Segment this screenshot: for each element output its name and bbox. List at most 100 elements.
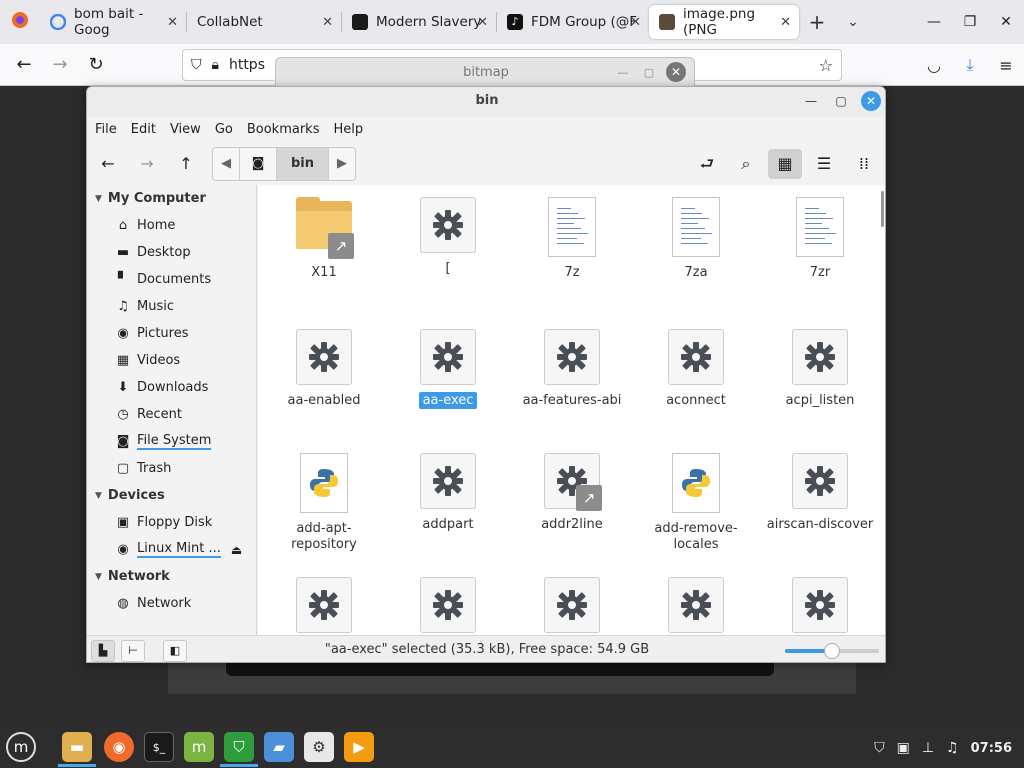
back-icon[interactable]: ← xyxy=(93,149,123,179)
file-item[interactable]: add-remove-locales xyxy=(634,453,758,553)
file-item[interactable]: aconnect xyxy=(634,329,758,409)
zoom-slider-handle[interactable] xyxy=(824,643,840,659)
path-left-icon[interactable]: ◀ xyxy=(213,148,239,180)
minimize-icon[interactable]: — xyxy=(916,14,952,30)
sidebar-heading-my-computer[interactable]: ▼ My Computer xyxy=(87,185,256,212)
sidebar-item-desktop[interactable]: ▬ Desktop xyxy=(87,239,256,266)
menu-icon[interactable]: ≡ xyxy=(988,56,1024,75)
firefox-icon[interactable] xyxy=(0,11,40,34)
close-icon[interactable]: ✕ xyxy=(477,15,488,30)
tab-image-png[interactable]: image.png (PNG ✕ xyxy=(649,5,799,39)
tab-modern-slavery[interactable]: Modern Slavery ✕ xyxy=(342,5,496,39)
menu-view[interactable]: View xyxy=(170,122,201,137)
compact-view-icon[interactable]: ⁞⁞ xyxy=(849,149,879,179)
sidebar-item-recent[interactable]: ◷ Recent xyxy=(87,401,256,428)
sidebar-item-linux-mint[interactable]: ◉ Linux Mint ... ⏏ xyxy=(87,536,256,563)
chevron-down-icon[interactable]: ⌄ xyxy=(835,14,871,30)
close-icon[interactable]: ✕ xyxy=(666,62,686,82)
file-item[interactable] xyxy=(758,577,882,635)
sidebar-item-trash[interactable]: ▢ Trash xyxy=(87,455,256,482)
sidebar-item-documents[interactable]: ▘ Documents xyxy=(87,266,256,293)
sidebar-item-file-system[interactable]: ◙ File System xyxy=(87,428,256,455)
menu-help[interactable]: Help xyxy=(333,122,363,137)
close-icon[interactable]: ✕ xyxy=(630,15,641,30)
sidebar-item-videos[interactable]: ▦ Videos xyxy=(87,347,256,374)
shield-vpn-icon[interactable]: ⛉ xyxy=(224,732,254,762)
window-titlebar[interactable]: bin — ▢ ✕ xyxy=(87,87,885,117)
list-view-icon[interactable]: ☰ xyxy=(809,149,839,179)
sidebar-heading-network[interactable]: ▼ Network xyxy=(87,563,256,590)
zoom-slider[interactable] xyxy=(785,643,879,659)
file-item[interactable]: ↗ addr2line xyxy=(510,453,634,533)
menu-edit[interactable]: Edit xyxy=(131,122,156,137)
file-item[interactable]: 7za xyxy=(634,197,758,281)
media-player-icon[interactable]: ▶ xyxy=(344,732,374,762)
file-item[interactable]: ↗ X11 xyxy=(262,197,386,281)
file-item[interactable]: aa-exec xyxy=(386,329,510,409)
menu-bookmarks[interactable]: Bookmarks xyxy=(247,122,320,137)
file-item[interactable]: 7zr xyxy=(758,197,882,281)
minimize-icon[interactable]: — xyxy=(614,66,632,79)
bookmark-star-icon[interactable]: ☆ xyxy=(819,56,833,75)
filesystem-path-icon[interactable]: ◙ xyxy=(239,148,277,180)
minimize-icon[interactable]: — xyxy=(801,94,821,108)
path-segment-bin[interactable]: bin xyxy=(277,148,329,180)
file-item[interactable] xyxy=(262,577,386,635)
folder-app-icon[interactable]: ▰ xyxy=(264,732,294,762)
file-item[interactable]: aa-features-abi xyxy=(510,329,634,409)
sidebar-item-network[interactable]: ◍ Network xyxy=(87,590,256,617)
file-item[interactable]: airscan-discover xyxy=(758,453,882,533)
sidebar-item-music[interactable]: ♫ Music xyxy=(87,293,256,320)
file-item[interactable]: aa-enabled xyxy=(262,329,386,409)
clock[interactable]: 07:56 xyxy=(971,741,1012,756)
close-icon[interactable]: ✕ xyxy=(780,15,791,30)
file-item[interactable]: addpart xyxy=(386,453,510,533)
maximize-icon[interactable]: ▢ xyxy=(640,66,658,79)
eject-icon[interactable]: ⏏ xyxy=(231,543,242,557)
forward-icon[interactable]: → xyxy=(132,149,162,179)
toggle-location-icon[interactable]: ⮐ xyxy=(692,149,722,179)
close-icon[interactable]: ✕ xyxy=(167,15,178,30)
sidebar-item-floppy-disk[interactable]: ▣ Floppy Disk xyxy=(87,509,256,536)
file-item[interactable] xyxy=(386,577,510,635)
up-icon[interactable]: ↑ xyxy=(171,149,201,179)
network-tray-icon[interactable]: ⊥ xyxy=(922,740,934,756)
download-icon[interactable]: ⤓ xyxy=(952,55,988,75)
volume-tray-icon[interactable]: ♫ xyxy=(946,740,959,756)
close-icon[interactable]: ✕ xyxy=(322,15,333,30)
update-manager-icon[interactable]: m xyxy=(184,732,214,762)
file-item[interactable] xyxy=(634,577,758,635)
close-icon[interactable]: ✕ xyxy=(988,14,1024,30)
forward-icon[interactable]: → xyxy=(42,54,78,75)
back-icon[interactable]: ← xyxy=(6,54,42,75)
sidebar-item-downloads[interactable]: ⬇ Downloads xyxy=(87,374,256,401)
restore-icon[interactable]: ❐ xyxy=(952,14,988,30)
settings-app-icon[interactable]: ⚙ xyxy=(304,732,334,762)
shield-tray-icon[interactable]: ⛉ xyxy=(874,740,885,756)
terminal-app-icon[interactable]: $_ xyxy=(144,732,174,762)
menu-file[interactable]: File xyxy=(95,122,117,137)
file-item[interactable]: [ xyxy=(386,197,510,277)
tab-collabnet[interactable]: CollabNet ✕ xyxy=(187,5,341,39)
firefox-app-icon[interactable]: ◉ xyxy=(104,732,134,762)
sidebar-heading-devices[interactable]: ▼ Devices xyxy=(87,482,256,509)
path-right-icon[interactable]: ▶ xyxy=(329,148,355,180)
files-app-icon[interactable]: ▬ xyxy=(62,732,92,762)
menu-go[interactable]: Go xyxy=(215,122,233,137)
tab-bom-bait[interactable]: bom bait - Goog ✕ xyxy=(40,5,186,39)
search-icon[interactable]: ⌕ xyxy=(731,149,761,179)
new-tab-icon[interactable]: + xyxy=(799,10,835,34)
mint-menu-icon[interactable]: m xyxy=(6,732,36,762)
file-item[interactable]: 7z xyxy=(510,197,634,281)
close-icon[interactable]: ✕ xyxy=(861,91,881,111)
tab-fdm-group[interactable]: ♪ FDM Group (@F ✕ xyxy=(497,5,649,39)
sidebar-item-pictures[interactable]: ◉ Pictures xyxy=(87,320,256,347)
reload-icon[interactable]: ↻ xyxy=(78,54,114,75)
pocket-icon[interactable]: ◡ xyxy=(916,56,952,75)
clipboard-tray-icon[interactable]: ▣ xyxy=(897,740,910,756)
file-item[interactable]: add-apt-repository xyxy=(262,453,386,553)
file-item[interactable] xyxy=(510,577,634,635)
file-item[interactable]: acpi_listen xyxy=(758,329,882,409)
maximize-icon[interactable]: ▢ xyxy=(831,94,851,108)
sidebar-item-home[interactable]: ⌂ Home xyxy=(87,212,256,239)
